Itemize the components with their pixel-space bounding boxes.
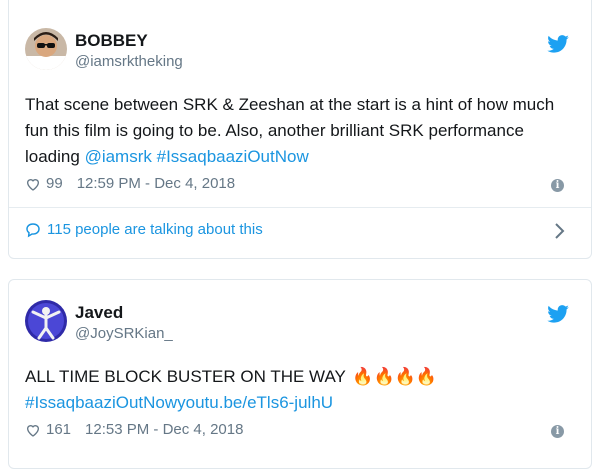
user-handle[interactable]: @iamsrktheking <box>75 53 183 70</box>
divider <box>9 207 591 208</box>
heart-icon[interactable] <box>25 422 41 438</box>
timestamp[interactable]: 12:53 PM - Dec 4, 2018 <box>85 421 243 438</box>
like-count[interactable]: 99 <box>46 175 63 192</box>
heart-icon[interactable] <box>25 176 41 192</box>
chevron-right-icon[interactable] <box>553 222 565 240</box>
twitter-bird-icon[interactable] <box>547 305 569 323</box>
tweet-card-1: BOBBEY @iamsrktheking That scene between… <box>8 0 592 259</box>
tweet-meta: 99 12:59 PM - Dec 4, 2018 <box>25 175 235 192</box>
timestamp[interactable]: 12:59 PM - Dec 4, 2018 <box>77 175 235 192</box>
avatar-image <box>25 28 67 70</box>
tweet-card-2: Javed @JoySRKian_ ALL TIME BLOCK BUSTER … <box>8 279 592 469</box>
tweet-text: That scene between SRK & Zeeshan at the … <box>25 92 581 170</box>
info-icon[interactable]: i <box>551 179 564 192</box>
display-name[interactable]: Javed <box>75 303 123 323</box>
hashtag-link[interactable]: #IssaqbaaziOutNowyoutu.be/eTls6-julhU <box>25 393 333 412</box>
avatar[interactable] <box>25 28 67 70</box>
mention-link[interactable]: @iamsrk <box>85 147 152 166</box>
user-handle[interactable]: @JoySRKian_ <box>75 325 173 342</box>
avatar-image <box>25 300 67 342</box>
display-name[interactable]: BOBBEY <box>75 31 148 51</box>
twitter-bird-icon[interactable] <box>547 35 569 53</box>
comment-bubble-icon <box>26 222 40 237</box>
info-icon[interactable]: i <box>551 425 564 438</box>
hashtag-link[interactable]: #IssaqbaaziOutNow <box>157 147 309 166</box>
tweet-text: ALL TIME BLOCK BUSTER ON THE WAY 🔥🔥🔥🔥 #Is… <box>25 364 581 416</box>
fire-emoji: 🔥🔥🔥🔥 <box>352 367 437 386</box>
like-count[interactable]: 161 <box>46 421 71 438</box>
avatar[interactable] <box>25 300 67 342</box>
conversation-link[interactable]: 115 people are talking about this <box>25 221 263 238</box>
tweet-body: ALL TIME BLOCK BUSTER ON THE WAY <box>25 367 351 386</box>
tweet-meta: 161 12:53 PM - Dec 4, 2018 <box>25 421 243 438</box>
talking-count: 115 people are talking about this <box>47 221 263 238</box>
